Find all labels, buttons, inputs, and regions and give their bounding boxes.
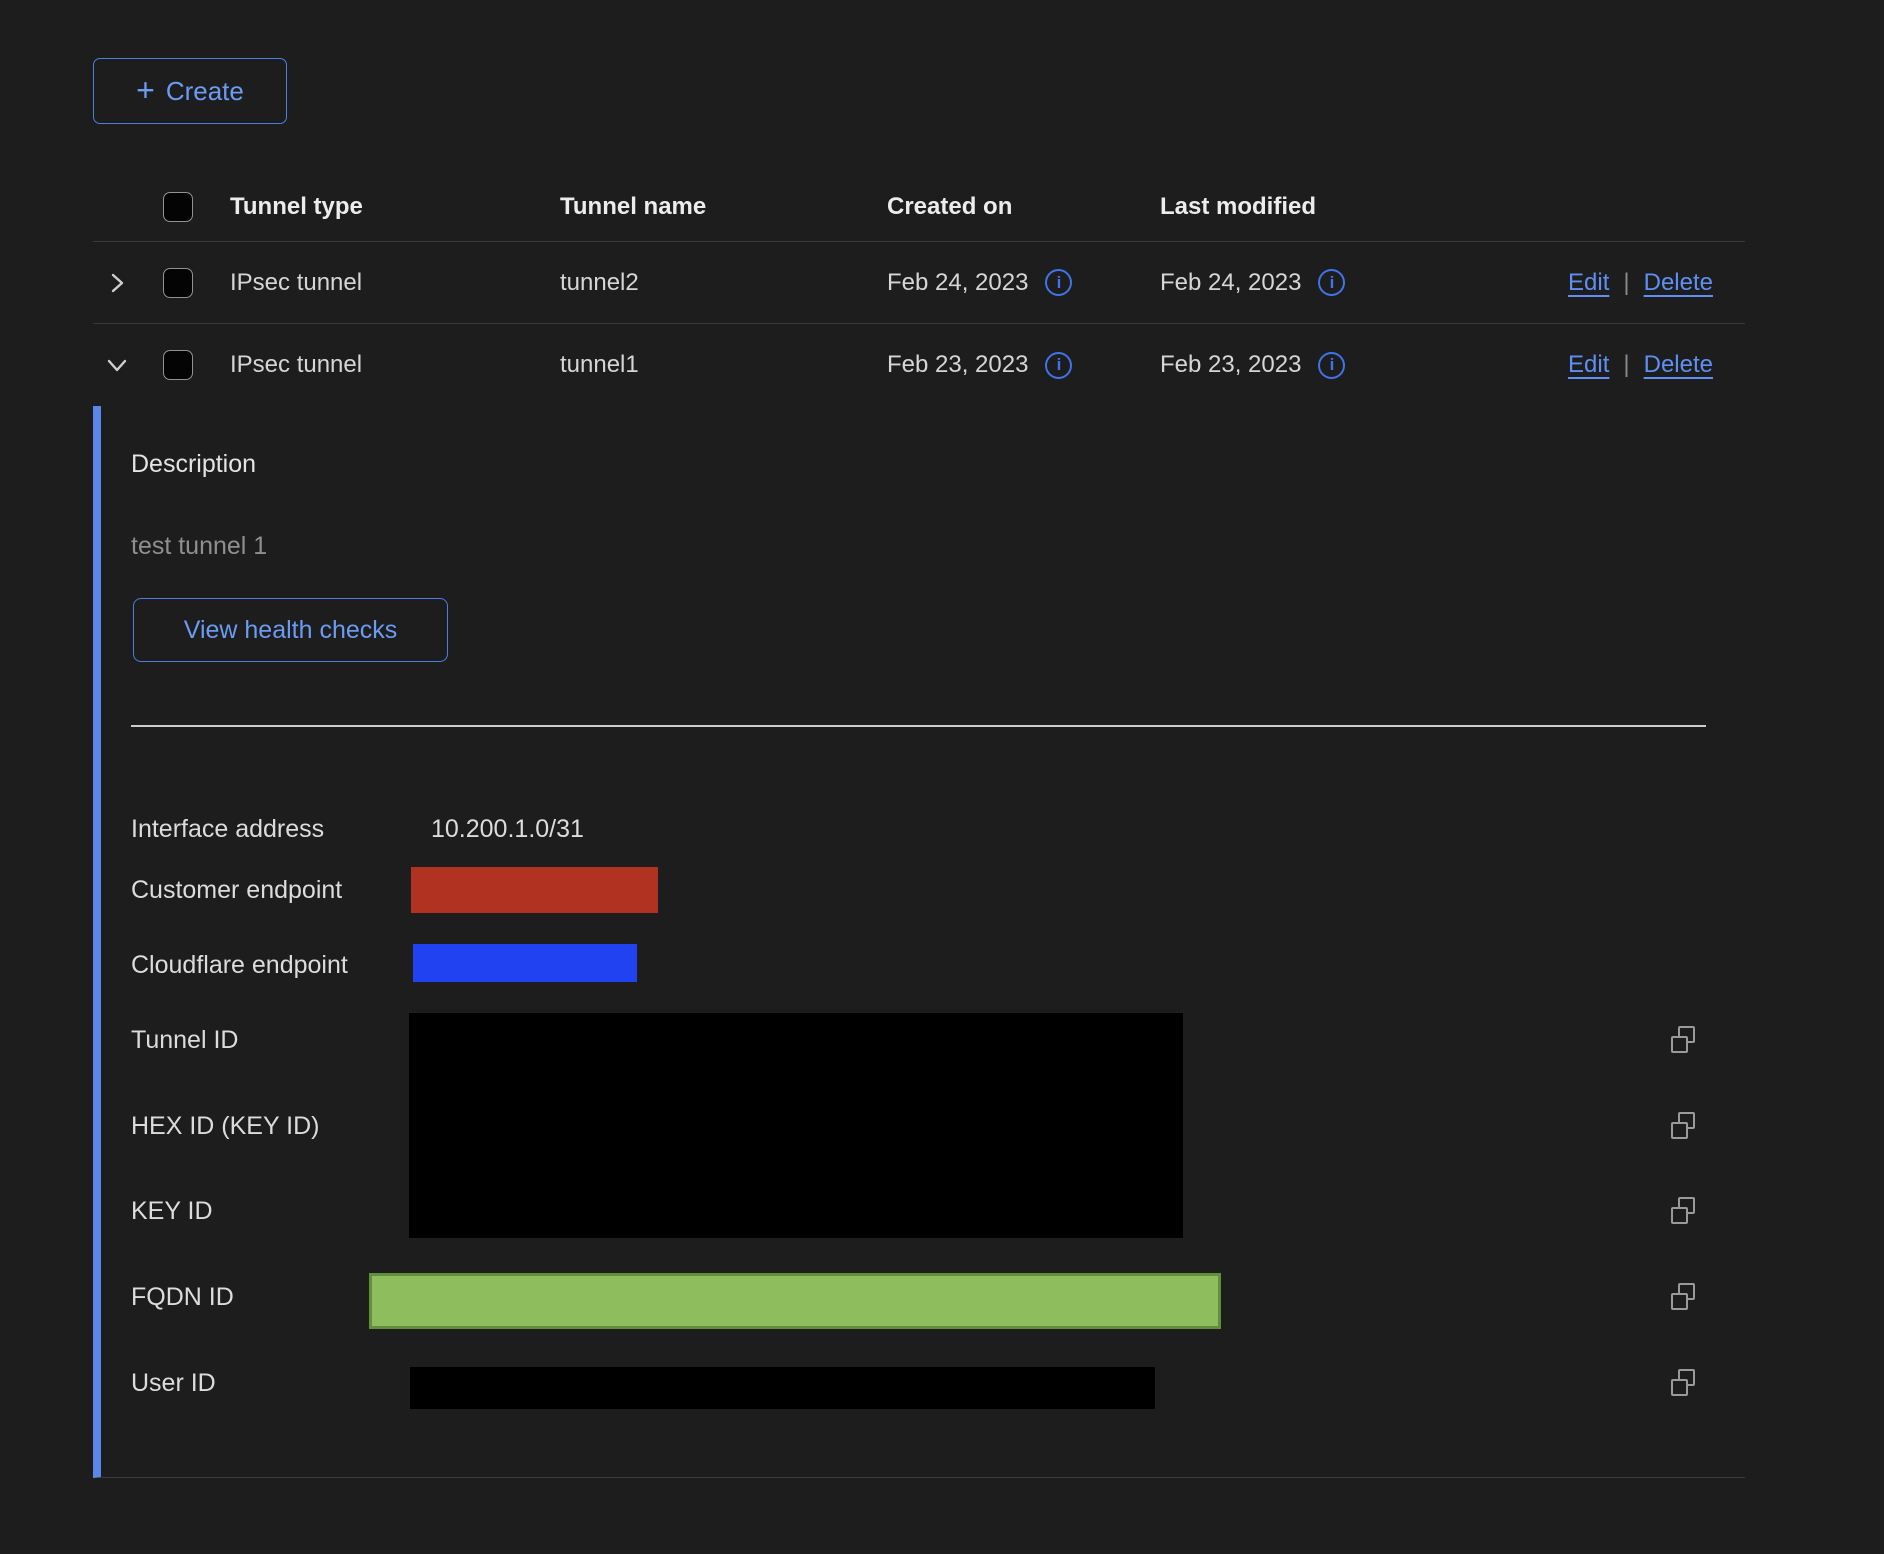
tunnel-type-value: IPsec tunnel — [230, 351, 560, 379]
created-on-value: Feb 23, 2023 — [887, 351, 1028, 379]
last-modified-value: Feb 23, 2023 — [1160, 351, 1301, 379]
customer-endpoint-label: Customer endpoint — [131, 875, 342, 905]
created-on-value: Feb 24, 2023 — [887, 269, 1028, 297]
info-icon[interactable]: i — [1318, 352, 1345, 379]
row-checkbox[interactable] — [163, 268, 193, 298]
action-separator: | — [1623, 351, 1629, 379]
tunnels-table: Tunnel type Tunnel name Created on Last … — [93, 192, 1745, 406]
expanded-tunnel-details-panel: Description test tunnel 1 View health ch… — [93, 406, 1745, 1478]
table-header-row: Tunnel type Tunnel name Created on Last … — [93, 192, 1745, 242]
table-row-tunnel2: IPsec tunnel tunnel2 Feb 24, 2023 i Feb … — [93, 242, 1745, 324]
header-created-on: Created on — [887, 192, 1160, 222]
edit-link[interactable]: Edit — [1568, 351, 1609, 379]
delete-link[interactable]: Delete — [1644, 351, 1713, 379]
hex-id-label: HEX ID (KEY ID) — [131, 1111, 319, 1141]
delete-link[interactable]: Delete — [1644, 269, 1713, 297]
ipsec-tunnels-page: + Create Tunnel type Tunnel name Created… — [0, 0, 1884, 1554]
create-button[interactable]: + Create — [93, 58, 287, 124]
table-row-tunnel1: IPsec tunnel tunnel1 Feb 23, 2023 i Feb … — [93, 324, 1745, 406]
copy-icon[interactable] — [1668, 1026, 1698, 1056]
action-separator: | — [1623, 269, 1629, 297]
cloudflare-endpoint-redacted-value — [413, 944, 637, 982]
chevron-right-icon[interactable] — [103, 269, 131, 297]
ids-redacted-value — [409, 1013, 1183, 1238]
create-button-label: Create — [166, 76, 244, 107]
copy-icon[interactable] — [1668, 1369, 1698, 1399]
plus-icon: + — [136, 74, 155, 106]
header-last-modified: Last modified — [1160, 192, 1442, 222]
fqdn-id-redacted-value — [369, 1273, 1221, 1329]
user-id-label: User ID — [131, 1368, 216, 1398]
select-all-checkbox[interactable] — [163, 192, 193, 222]
interface-address-value: 10.200.1.0/31 — [431, 814, 584, 844]
chevron-down-icon[interactable] — [103, 351, 131, 379]
interface-address-label: Interface address — [131, 814, 324, 844]
copy-icon[interactable] — [1668, 1197, 1698, 1227]
info-icon[interactable]: i — [1045, 352, 1072, 379]
fqdn-id-label: FQDN ID — [131, 1282, 234, 1312]
last-modified-value: Feb 24, 2023 — [1160, 269, 1301, 297]
header-tunnel-type: Tunnel type — [230, 192, 560, 222]
tunnel-name-value: tunnel1 — [560, 351, 887, 379]
cloudflare-endpoint-label: Cloudflare endpoint — [131, 950, 348, 980]
user-id-redacted-value — [410, 1367, 1155, 1409]
edit-link[interactable]: Edit — [1568, 269, 1609, 297]
row-checkbox[interactable] — [163, 350, 193, 380]
copy-icon[interactable] — [1668, 1112, 1698, 1142]
customer-endpoint-redacted-value — [411, 867, 658, 913]
description-value: test tunnel 1 — [131, 532, 267, 561]
description-label: Description — [131, 450, 256, 479]
info-icon[interactable]: i — [1045, 269, 1072, 296]
copy-icon[interactable] — [1668, 1283, 1698, 1313]
info-icon[interactable]: i — [1318, 269, 1345, 296]
section-divider — [131, 725, 1706, 727]
header-tunnel-name: Tunnel name — [560, 192, 887, 222]
tunnel-name-value: tunnel2 — [560, 269, 887, 297]
tunnel-type-value: IPsec tunnel — [230, 269, 560, 297]
tunnel-id-label: Tunnel ID — [131, 1025, 238, 1055]
key-id-label: KEY ID — [131, 1196, 213, 1226]
view-health-checks-button[interactable]: View health checks — [133, 598, 448, 662]
